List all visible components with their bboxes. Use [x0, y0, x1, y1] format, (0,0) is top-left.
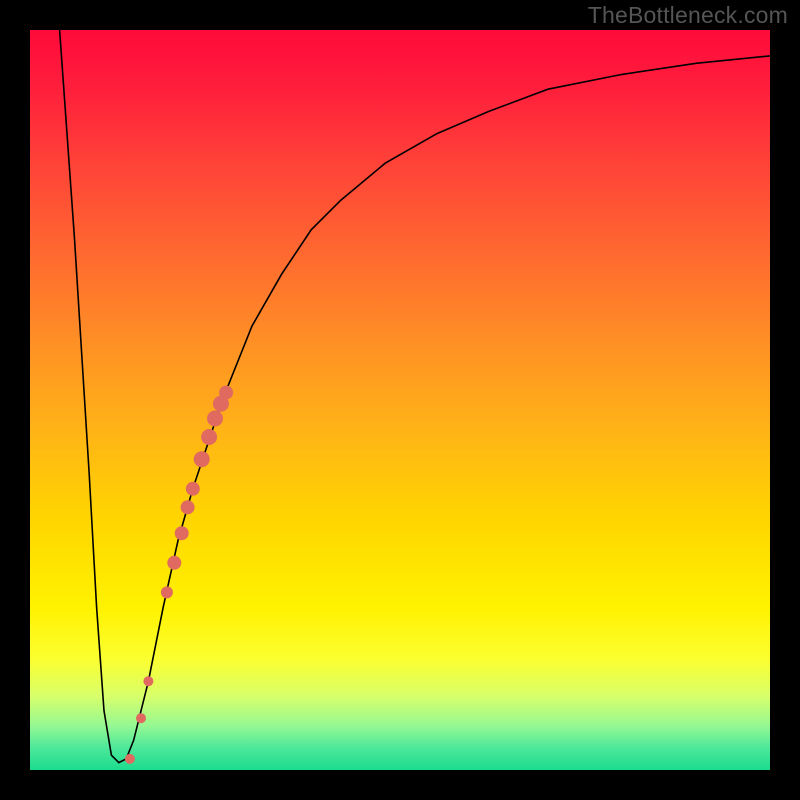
bottleneck-curve — [60, 30, 770, 763]
scatter-dot — [186, 482, 200, 496]
scatter-dot — [143, 676, 153, 686]
scatter-dot — [219, 386, 233, 400]
plot-area — [30, 30, 770, 770]
scatter-dot — [136, 713, 146, 723]
scatter-dot — [181, 500, 195, 514]
scatter-dot — [125, 754, 135, 764]
scatter-dot — [201, 429, 217, 445]
scatter-dot — [194, 451, 210, 467]
scatter-dot — [207, 411, 223, 427]
chart-frame: TheBottleneck.com — [0, 0, 800, 800]
chart-overlay — [30, 30, 770, 770]
scatter-dot — [161, 586, 173, 598]
scatter-dot — [175, 526, 189, 540]
scatter-dot — [167, 556, 181, 570]
watermark-text: TheBottleneck.com — [588, 2, 788, 29]
